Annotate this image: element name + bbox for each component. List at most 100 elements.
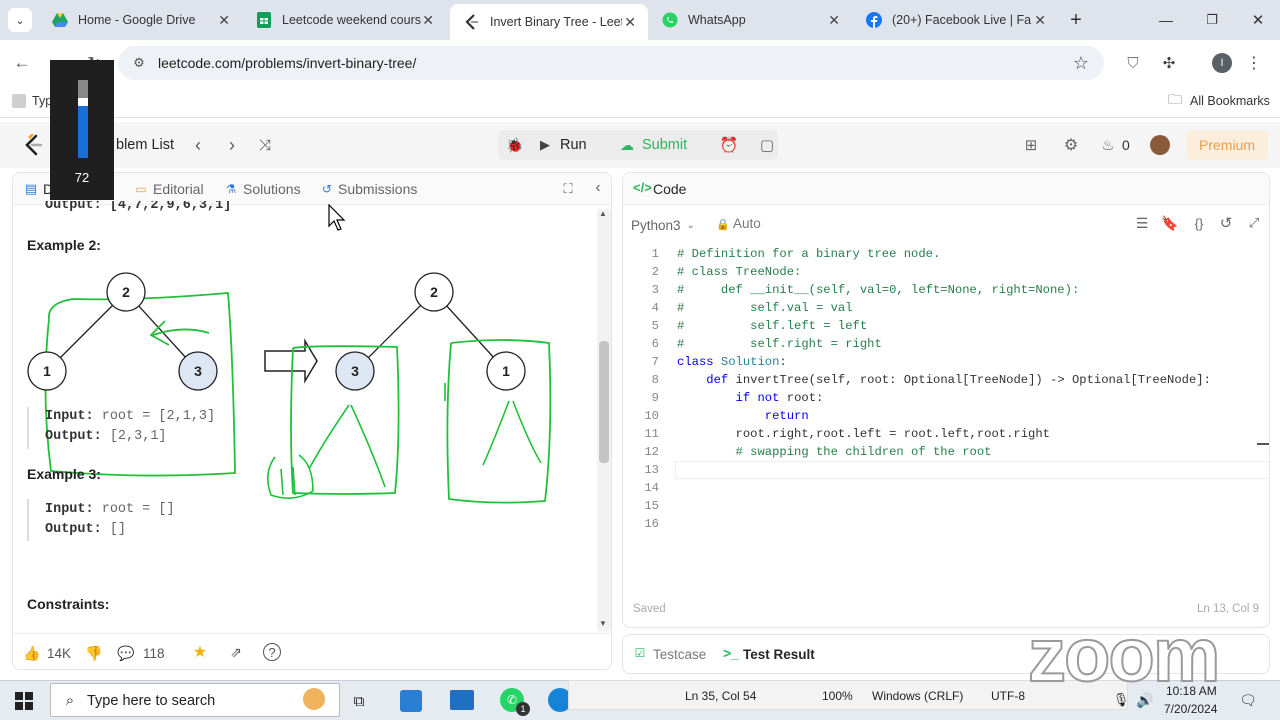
profile-avatar[interactable]: I xyxy=(1212,53,1232,73)
close-icon[interactable]: ✕ xyxy=(422,12,434,29)
collapse-chevron-icon[interactable]: ‹ xyxy=(589,179,607,197)
status-line-col[interactable]: Ln 35, Col 54 xyxy=(685,689,756,703)
code-line[interactable]: 11 root.right,root.left = root.left,root… xyxy=(623,425,1259,443)
windows-start-icon[interactable] xyxy=(14,691,34,711)
line-number: 5 xyxy=(651,319,659,333)
mic-icon[interactable]: 🎙 xyxy=(1113,690,1130,710)
code-line[interactable]: 10 return xyxy=(623,407,1259,425)
taskbar-search-box[interactable]: ⌕ Type here to search xyxy=(50,683,340,717)
expand-icon[interactable]: ⛶ xyxy=(559,180,577,198)
submit-button[interactable]: ☁ Submit xyxy=(620,134,687,156)
settings-gear-icon[interactable]: ⚙ xyxy=(1060,134,1082,156)
fullscreen-icon[interactable]: ⤢ xyxy=(1245,213,1263,233)
tab-leetcode-course[interactable]: Leetcode weekend cours ✕ xyxy=(242,6,446,34)
favorite-star-icon[interactable]: ★ xyxy=(191,643,209,661)
extensions-icon[interactable]: ✣ xyxy=(1158,52,1180,74)
bookmark-icon[interactable]: 🔖 xyxy=(1161,213,1179,233)
shield-icon[interactable]: ⛉ xyxy=(1122,52,1144,74)
run-button[interactable]: ▶ Run xyxy=(540,134,587,156)
streak-flame-icon[interactable]: ♨ xyxy=(1098,134,1118,156)
tab-submissions[interactable]: Submissions xyxy=(338,181,417,197)
site-settings-icon[interactable]: ⚙ xyxy=(130,54,148,72)
mouse-cursor-icon xyxy=(328,204,346,231)
problem-list-link[interactable]: blem List xyxy=(116,137,174,153)
google-drive-icon xyxy=(52,12,68,28)
scrollbar-thumb[interactable] xyxy=(599,341,609,463)
tab-whatsapp[interactable]: WhatsApp ✕ xyxy=(648,6,852,34)
code-text: class Solution: xyxy=(677,355,787,369)
code-line[interactable]: 6 # self.right = right xyxy=(623,335,1259,353)
tab-google-drive[interactable]: Home - Google Drive ✕ xyxy=(38,6,242,34)
example-2-output: Output: [2,3,1] xyxy=(45,429,167,444)
url-bar[interactable]: ⚙ leetcode.com/problems/invert-binary-tr… xyxy=(118,46,1104,80)
braces-icon[interactable]: {} xyxy=(1189,213,1209,233)
code-line[interactable]: 2 # class TreeNode: xyxy=(623,263,1259,281)
next-problem-icon[interactable]: › xyxy=(222,134,242,156)
notes-icon[interactable]: ▢ xyxy=(756,134,778,156)
code-line[interactable]: 16 xyxy=(623,515,1259,533)
tab-invert-binary-tree[interactable]: Invert Binary Tree - LeetC ✕ xyxy=(450,4,648,40)
code-editor[interactable]: 1 # Definition for a binary tree node. 2 # … xyxy=(623,245,1269,585)
window-close-icon[interactable]: ✕ xyxy=(1244,8,1272,32)
tab-editorial[interactable]: Editorial xyxy=(153,181,204,197)
reset-icon[interactable]: ↺ xyxy=(1217,213,1235,233)
user-avatar[interactable] xyxy=(1150,135,1170,155)
code-line[interactable]: 12 # swapping the children of the root xyxy=(623,443,1259,461)
browser-menu-icon[interactable]: ⋮ xyxy=(1246,52,1262,74)
speaker-icon[interactable]: 🔊 xyxy=(1136,690,1154,710)
tab-test-result[interactable]: Test Result xyxy=(743,647,815,662)
alarm-icon[interactable]: ⏰ xyxy=(718,134,740,156)
scroll-down-icon[interactable]: ▼ xyxy=(599,619,607,628)
bookmark-star-icon[interactable]: ☆ xyxy=(1070,52,1092,74)
close-icon[interactable]: ✕ xyxy=(218,12,230,29)
prev-problem-icon[interactable]: ‹ xyxy=(188,134,208,156)
comment-icon[interactable]: 💬 xyxy=(117,644,135,662)
layout-icon[interactable]: ⊞ xyxy=(1020,134,1042,156)
language-select[interactable]: Python3 ⌄ xyxy=(631,215,695,235)
tab-facebook[interactable]: (20+) Facebook Live | Fa ✕ xyxy=(852,6,1058,34)
tab-solutions[interactable]: Solutions xyxy=(243,181,301,197)
tab-search-icon[interactable]: ⌄ xyxy=(8,8,32,32)
shuffle-icon[interactable]: ⤨ xyxy=(254,134,276,156)
close-icon[interactable]: ✕ xyxy=(624,14,636,31)
mail-icon[interactable] xyxy=(450,690,474,710)
thumbs-down-icon[interactable]: 👎 xyxy=(85,644,103,662)
code-line[interactable]: 7 class Solution: xyxy=(623,353,1259,371)
tab-code[interactable]: Code xyxy=(653,181,686,197)
code-line[interactable]: 9 if not root: xyxy=(623,389,1259,407)
code-line[interactable]: 1 # Definition for a binary tree node. xyxy=(623,245,1259,263)
taskbar-time[interactable]: 10:18 AM xyxy=(1166,684,1217,698)
back-icon[interactable]: ← xyxy=(10,52,34,74)
code-text: # self.val = val xyxy=(677,301,853,315)
tab-testcase[interactable]: Testcase xyxy=(653,647,706,662)
scroll-up-icon[interactable]: ▲ xyxy=(599,209,607,218)
leetcode-logo-icon[interactable] xyxy=(22,134,44,156)
auto-mode-label[interactable]: Auto xyxy=(733,216,761,231)
notification-icon[interactable]: 🗨 xyxy=(1238,690,1258,710)
restore-icon[interactable]: ❐ xyxy=(1198,8,1226,32)
all-bookmarks-link[interactable]: All Bookmarks xyxy=(1190,94,1270,108)
code-line[interactable]: 15 xyxy=(623,497,1259,515)
code-line[interactable]: 8 def invertTree(self, root: Optional[Tr… xyxy=(623,371,1259,389)
code-line[interactable]: 5 # self.left = left xyxy=(623,317,1259,335)
help-icon[interactable]: ? xyxy=(263,643,281,661)
status-encoding[interactable]: UTF-8 xyxy=(991,689,1025,703)
close-icon[interactable]: ✕ xyxy=(1034,12,1046,29)
format-icon[interactable]: ☰ xyxy=(1133,213,1151,233)
code-line[interactable]: 4 # self.val = val xyxy=(623,299,1259,317)
share-icon[interactable]: ⇗ xyxy=(227,643,245,661)
close-icon[interactable]: ✕ xyxy=(828,12,840,29)
debug-icon[interactable]: 🐞 xyxy=(504,134,526,156)
task-view-icon[interactable]: ⧉ xyxy=(348,690,370,712)
code-line[interactable]: 14 xyxy=(623,479,1259,497)
code-line[interactable]: 3 # def __init__(self, val=0, left=None, … xyxy=(623,281,1259,299)
status-eol[interactable]: Windows (CRLF) xyxy=(872,689,963,703)
status-zoom[interactable]: 100% xyxy=(822,689,853,703)
taskbar-date[interactable]: 7/20/2024 xyxy=(1164,702,1217,716)
minimize-icon[interactable]: — xyxy=(1152,8,1180,32)
thumbs-up-icon[interactable]: 👍 xyxy=(23,644,41,662)
new-tab-icon[interactable]: + xyxy=(1064,8,1088,32)
volume-overlay: 72 xyxy=(50,60,114,200)
code-line[interactable]: 13 xyxy=(623,461,1259,479)
store-icon[interactable] xyxy=(400,690,422,712)
